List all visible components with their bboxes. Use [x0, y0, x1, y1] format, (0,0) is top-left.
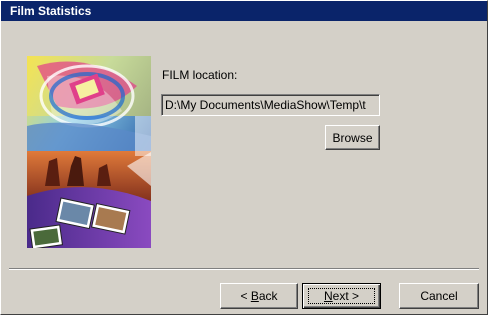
back-button-prefix: <: [240, 289, 251, 303]
window-title: Film Statistics: [10, 4, 92, 18]
browse-button[interactable]: Browse: [325, 125, 380, 150]
footer-separator: [9, 268, 479, 270]
cancel-button-label: Cancel: [420, 289, 458, 303]
wizard-dialog: Film Statistics FILM location: D:\My Doc…: [0, 0, 488, 315]
film-location-field[interactable]: D:\My Documents\MediaShow\Temp\t: [161, 94, 380, 116]
back-button-rest: ack: [258, 289, 278, 303]
next-button-rest: ext: [332, 289, 349, 303]
next-button[interactable]: Next >: [302, 283, 381, 309]
film-location-value: D:\My Documents\MediaShow\Temp\t: [165, 98, 366, 112]
title-bar: Film Statistics: [1, 1, 487, 21]
film-location-label: FILM location:: [162, 68, 238, 82]
back-button[interactable]: < Back: [220, 283, 298, 309]
back-button-mnemonic: B: [250, 289, 259, 303]
browse-button-label: Browse: [332, 130, 373, 145]
film-banner-image: [27, 56, 151, 248]
cancel-button[interactable]: Cancel: [399, 283, 479, 309]
next-button-mnemonic: N: [323, 289, 333, 303]
next-button-suffix: >: [348, 289, 360, 303]
